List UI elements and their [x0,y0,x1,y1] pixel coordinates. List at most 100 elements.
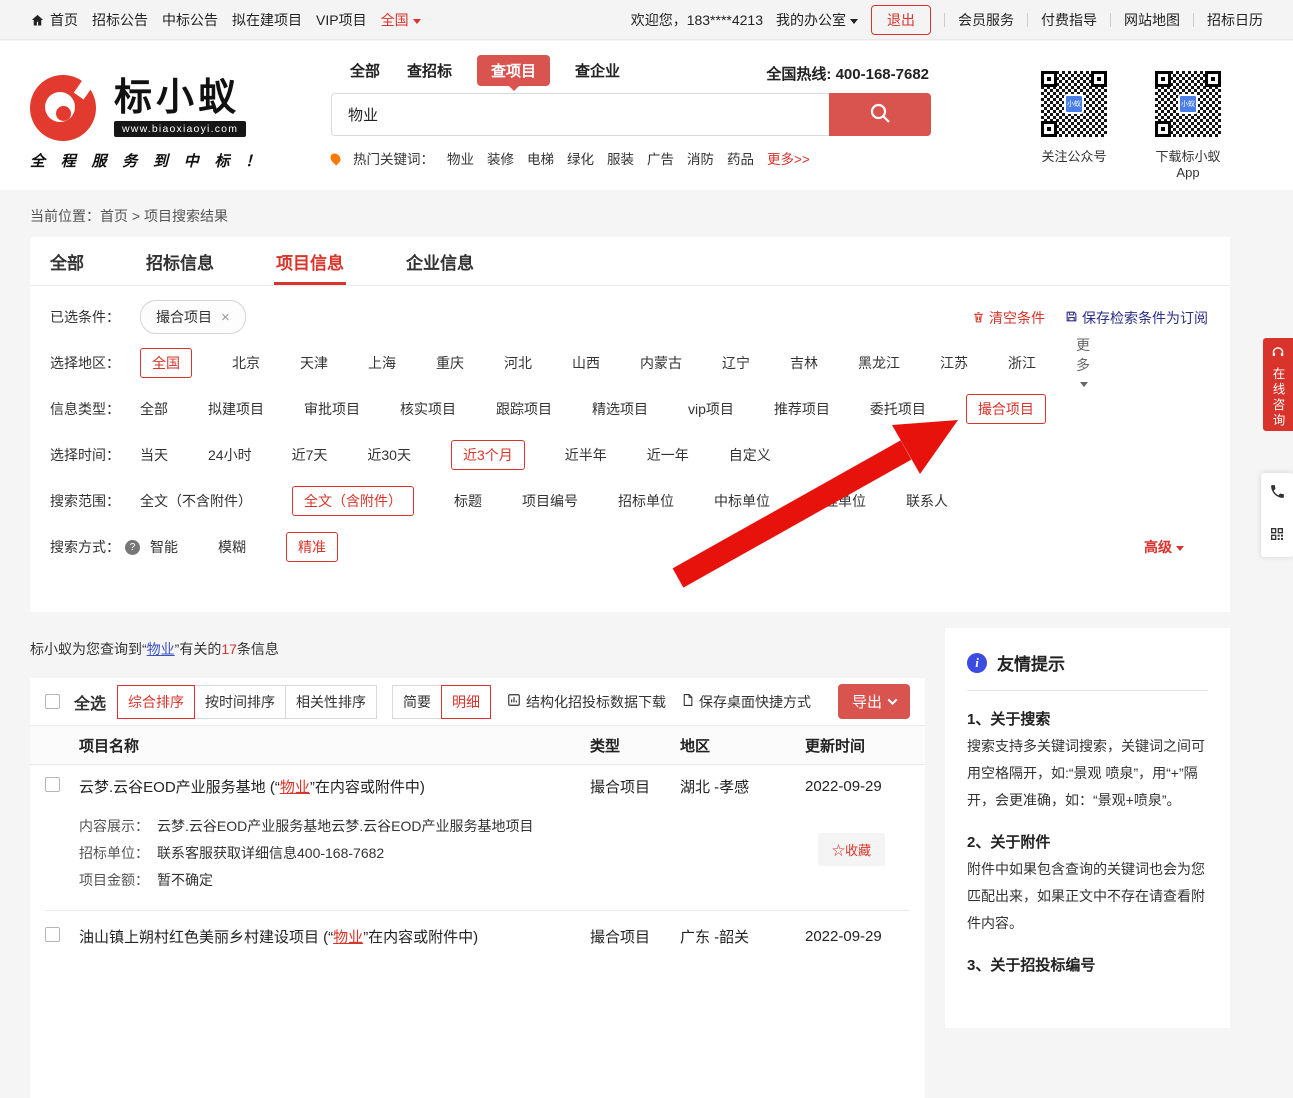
time-option[interactable]: 近3个月 [451,440,525,470]
region-option[interactable]: 辽宁 [722,348,750,378]
search-input[interactable] [331,93,829,136]
region-option[interactable]: 全国 [140,348,192,378]
scope-option[interactable]: 标题 [454,486,482,516]
time-option[interactable]: 24小时 [208,440,252,470]
export-button[interactable]: 导出 [838,684,910,719]
top-nav-item[interactable]: 拟在建项目 [232,10,302,30]
sort-button[interactable]: 综合排序 [117,685,195,719]
clear-conditions-link[interactable]: 清空条件 [972,308,1045,328]
category-tab[interactable]: 项目信息 [276,237,344,285]
region-option[interactable]: 吉林 [790,348,818,378]
hot-keywords-more[interactable]: 更多>> [767,148,810,168]
logout-button[interactable]: 退出 [871,5,931,35]
summary-keyword-link[interactable]: 物业 [147,641,175,657]
hot-keyword[interactable]: 物业 [447,148,474,168]
time-option[interactable]: 近30天 [367,440,411,470]
home-link[interactable]: 首页 [30,10,78,30]
region-option[interactable]: 河北 [504,348,532,378]
scope-option[interactable]: 招标单位 [618,486,674,516]
online-consult-widget[interactable]: 在线咨询 [1263,338,1293,431]
category-tab[interactable]: 招标信息 [146,237,214,285]
scope-option[interactable]: 代理单位 [810,486,866,516]
hot-keyword[interactable]: 消防 [687,148,714,168]
top-nav-item[interactable]: 中标公告 [162,10,218,30]
type-option[interactable]: 核实项目 [400,394,456,424]
region-option[interactable]: 天津 [300,348,328,378]
close-icon[interactable]: × [221,309,230,326]
search-tab[interactable]: 查企业 [573,56,622,85]
region-option[interactable]: 重庆 [436,348,464,378]
top-link[interactable]: 会员服务 [958,10,1014,30]
region-option[interactable]: 内蒙古 [640,348,682,378]
select-all-checkbox[interactable] [45,694,60,709]
time-option[interactable]: 近7天 [292,440,328,470]
top-link[interactable]: 招标日历 [1207,10,1263,30]
method-option[interactable]: 精准 [286,532,338,562]
time-option[interactable]: 当天 [140,440,168,470]
view-button[interactable]: 明细 [441,685,491,719]
type-option[interactable]: 推荐项目 [774,394,830,424]
region-option[interactable]: 上海 [368,348,396,378]
sort-button[interactable]: 相关性排序 [285,685,377,719]
region-option[interactable]: 黑龙江 [858,348,900,378]
type-option[interactable]: 精选项目 [592,394,648,424]
sort-button[interactable]: 按时间排序 [194,685,286,719]
type-option[interactable]: vip项目 [688,394,734,424]
project-title-link[interactable]: 云梦.云谷EOD产业服务基地 (“物业”在内容或附件中) [79,776,590,797]
region-option[interactable]: 山西 [572,348,600,378]
hot-keyword[interactable]: 绿化 [567,148,594,168]
help-icon[interactable]: ? [125,540,140,555]
scope-option[interactable]: 全文（不含附件） [140,486,252,516]
advanced-search-link[interactable]: 高级 [1144,537,1184,557]
scope-option[interactable]: 全文（含附件） [292,486,414,516]
hot-keyword[interactable]: 服装 [607,148,634,168]
type-option[interactable]: 跟踪项目 [496,394,552,424]
region-more-dropdown[interactable]: 更多 [1076,335,1090,391]
type-option[interactable]: 全部 [140,394,168,424]
my-office-dropdown[interactable]: 我的办公室 [776,10,858,30]
view-button[interactable]: 简要 [392,685,442,719]
search-tab[interactable]: 全部 [348,56,382,85]
type-option[interactable]: 委托项目 [870,394,926,424]
region-option[interactable]: 江苏 [940,348,968,378]
row-checkbox[interactable] [45,777,60,792]
project-title-link[interactable]: 油山镇上朔村红色美丽乡村建设项目 (“物业”在内容或附件中) [79,926,590,947]
time-option[interactable]: 近一年 [647,440,689,470]
method-option[interactable]: 智能 [150,532,178,562]
scope-option[interactable]: 项目编号 [522,486,578,516]
hot-keyword[interactable]: 电梯 [527,148,554,168]
site-logo[interactable]: 标小蚁 www.biaoxiaoyi.com 全 程 服 务 到 中 标 ！ [30,75,266,171]
hot-keyword[interactable]: 装修 [487,148,514,168]
desktop-shortcut-link[interactable]: 保存桌面快捷方式 [681,692,811,712]
top-nav-item[interactable]: VIP项目 [316,10,367,30]
region-dropdown[interactable]: 全国 [381,10,421,30]
type-option[interactable]: 拟建项目 [208,394,264,424]
hot-keyword[interactable]: 广告 [647,148,674,168]
type-option[interactable]: 撮合项目 [966,394,1046,424]
qr-tool-button[interactable] [1261,515,1293,557]
time-option[interactable]: 自定义 [729,440,771,470]
scope-option[interactable]: 中标单位 [714,486,770,516]
search-tab[interactable]: 查项目 [477,55,550,86]
time-option[interactable]: 近半年 [565,440,607,470]
structured-download-link[interactable]: 结构化招投标数据下载 [507,692,666,712]
region-option[interactable]: 浙江 [1008,348,1036,378]
top-nav-item[interactable]: 招标公告 [92,10,148,30]
top-link[interactable]: 网站地图 [1124,10,1180,30]
condition-chip[interactable]: 撮合项目 × [140,300,246,334]
save-subscription-link[interactable]: 保存检索条件为订阅 [1065,308,1208,328]
row-checkbox[interactable] [45,927,60,942]
method-option[interactable]: 模糊 [218,532,246,562]
category-tab[interactable]: 企业信息 [406,237,474,285]
phone-contact-button[interactable] [1261,473,1293,515]
scope-option[interactable]: 联系人 [906,486,948,516]
breadcrumb-path[interactable]: 首页 > 项目搜索结果 [100,208,228,224]
search-tab[interactable]: 查招标 [405,56,454,85]
hot-keyword[interactable]: 药品 [727,148,754,168]
favorite-button[interactable]: ☆收藏 [818,833,885,866]
search-button[interactable] [829,93,931,136]
top-link[interactable]: 付费指导 [1041,10,1097,30]
category-tab[interactable]: 全部 [50,237,84,285]
type-option[interactable]: 审批项目 [304,394,360,424]
region-option[interactable]: 北京 [232,348,260,378]
